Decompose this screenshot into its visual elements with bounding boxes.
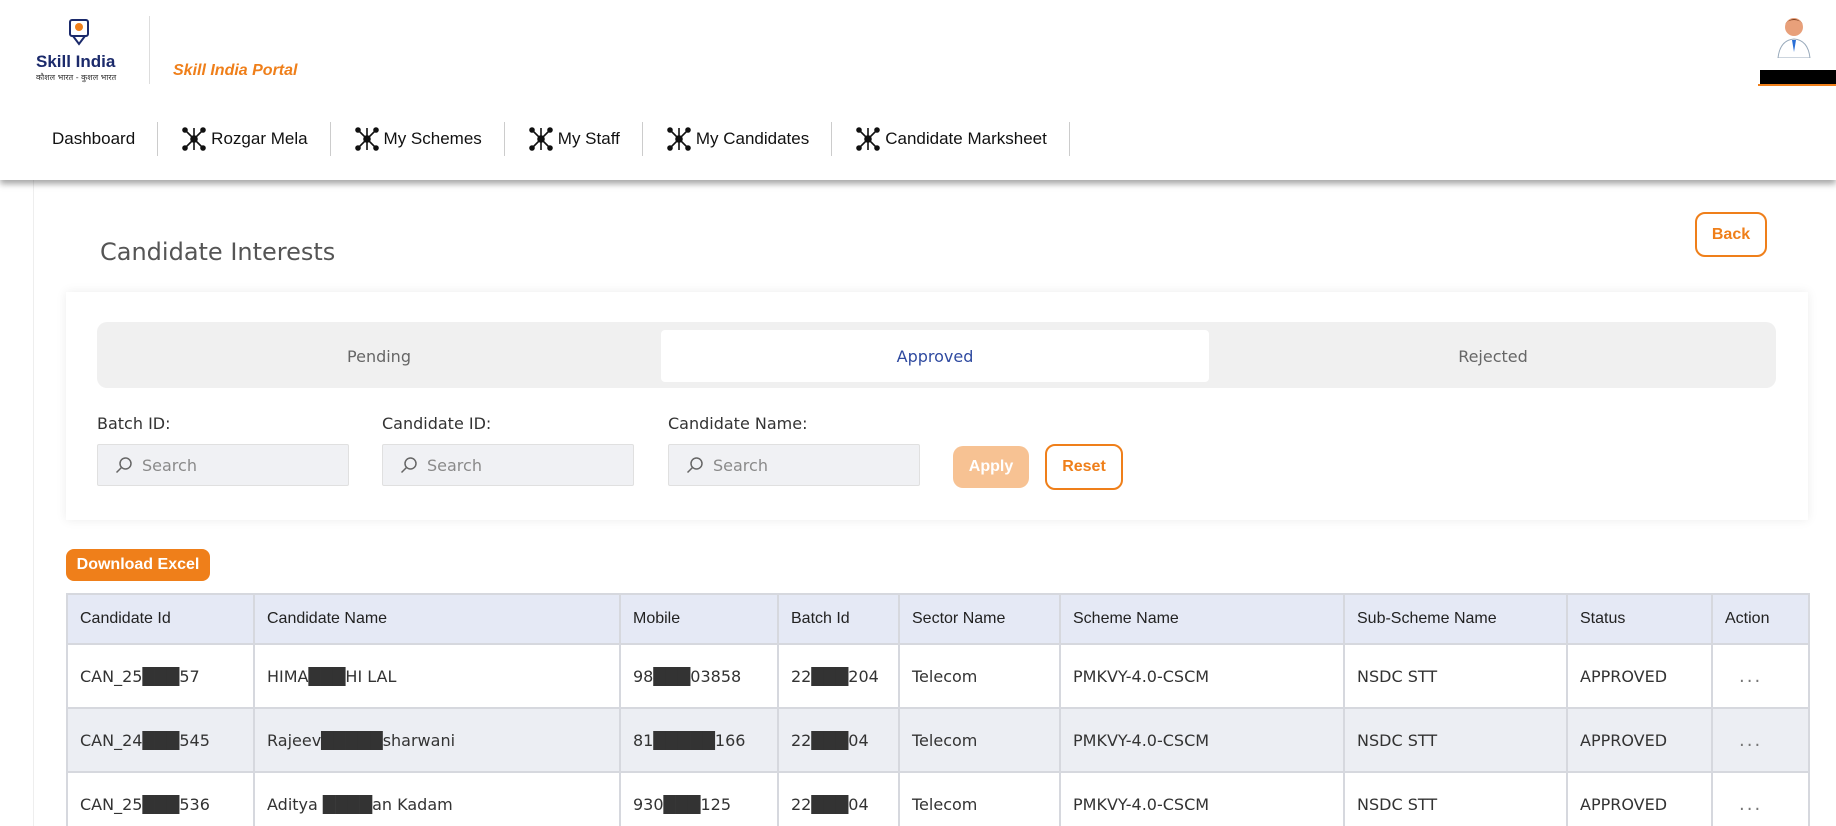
nav-my-schemes[interactable]: My Schemes: [331, 122, 505, 156]
cell-sector-name: Telecom: [898, 643, 1061, 709]
cell-sector-name: Telecom: [898, 707, 1061, 773]
cell-mobile: 98███03858: [619, 643, 779, 709]
logo-divider: [149, 16, 150, 84]
column-header[interactable]: Candidate Id: [66, 593, 255, 645]
candidate-name-input[interactable]: [713, 455, 903, 475]
candidate-name-search[interactable]: [668, 444, 920, 486]
cell-sub-scheme-name: NSDC STT: [1343, 643, 1568, 709]
network-icon: [182, 127, 206, 151]
tab-approved[interactable]: Approved: [661, 330, 1209, 382]
user-id: TC040303: [1760, 70, 1836, 84]
nav-item-label: My Candidates: [695, 129, 810, 148]
nav-item-label: Candidate Marksheet: [885, 129, 1047, 148]
batch-id-label: Batch ID:: [97, 414, 171, 433]
cell-mobile: 81█████166: [619, 707, 779, 773]
cell-mobile: 930███125: [619, 771, 779, 826]
table-row: CAN_25███536 Aditya ████an Kadam 930███1…: [66, 771, 1810, 826]
cell-batch-id: 22███04: [777, 707, 900, 773]
logo-emblem-icon: [69, 19, 89, 46]
network-icon: [856, 127, 881, 151]
table-header-row: Candidate Id Candidate Name Mobile Batch…: [66, 593, 1810, 645]
network-icon: [354, 127, 379, 151]
nav-my-staff[interactable]: My Staff: [505, 122, 643, 156]
candidate-id-input[interactable]: [427, 455, 617, 475]
column-header[interactable]: Status: [1566, 593, 1713, 645]
candidate-table: Candidate Id Candidate Name Mobile Batch…: [66, 593, 1810, 826]
main-nav: Dashboard Rozgar Mela My Schemes My Staf…: [28, 118, 1070, 160]
logo-title: Skill India: [36, 52, 116, 71]
nav-candidate-marksheet[interactable]: Candidate Marksheet: [832, 122, 1070, 156]
user-avatar-icon[interactable]: [1772, 14, 1816, 58]
nav-item-label: Dashboard: [52, 129, 136, 148]
table-row: CAN_24███545 Rajeev█████sharwani 81█████…: [66, 707, 1810, 773]
status-tabs: Pending Approved Rejected: [97, 322, 1776, 388]
table-row: CAN_25███57 HIMA███HI LAL 98███03858 22█…: [66, 643, 1810, 709]
column-header: Action: [1711, 593, 1810, 645]
download-excel-button[interactable]: Download Excel: [66, 549, 210, 581]
nav-my-candidates[interactable]: My Candidates: [643, 122, 833, 156]
content-left-border: [33, 180, 34, 826]
cell-candidate-id: CAN_25███536: [66, 771, 255, 826]
reset-button[interactable]: Reset: [1045, 444, 1123, 490]
search-icon: [115, 457, 132, 474]
portal-name: Skill India Portal: [173, 62, 298, 79]
nav-rozgar-mela[interactable]: Rozgar Mela: [158, 122, 331, 156]
filter-card: Pending Approved Rejected Batch ID: Cand…: [66, 292, 1808, 520]
cell-scheme-name: PMKVY-4.0-CSCM: [1059, 771, 1345, 826]
cell-sub-scheme-name: NSDC STT: [1343, 771, 1568, 826]
column-header[interactable]: Scheme Name: [1059, 593, 1345, 645]
cell-sector-name: Telecom: [898, 771, 1061, 826]
network-icon: [667, 127, 691, 151]
tab-rejected[interactable]: Rejected: [1219, 330, 1767, 382]
cell-sub-scheme-name: NSDC STT: [1343, 707, 1568, 773]
network-icon: [528, 127, 553, 151]
batch-id-search[interactable]: [97, 444, 349, 486]
search-icon: [686, 457, 703, 474]
skill-india-logo[interactable]: Skill India कौशल भारत - कुशल भारत: [30, 18, 150, 84]
more-options-icon[interactable]: ...: [1725, 730, 1762, 751]
column-header[interactable]: Batch Id: [777, 593, 900, 645]
cell-status: APPROVED: [1566, 707, 1713, 773]
cell-candidate-id: CAN_24███545: [66, 707, 255, 773]
candidate-id-label: Candidate ID:: [382, 414, 492, 433]
cell-scheme-name: PMKVY-4.0-CSCM: [1059, 707, 1345, 773]
row-action-menu[interactable]: ...: [1711, 707, 1810, 773]
apply-button[interactable]: Apply: [953, 446, 1029, 488]
top-header: Skill India कौशल भारत - कुशल भारत Skill …: [0, 0, 1836, 180]
cell-batch-id: 22███204: [777, 643, 900, 709]
candidate-name-label: Candidate Name:: [668, 414, 808, 433]
logo-subtitle: कौशल भारत - कुशल भारत: [36, 73, 117, 82]
cell-candidate-name: Aditya ████an Kadam: [253, 771, 621, 826]
user-id-underline: [1758, 84, 1836, 86]
cell-status: APPROVED: [1566, 643, 1713, 709]
cell-candidate-name: HIMA███HI LAL: [253, 643, 621, 709]
tab-pending[interactable]: Pending: [105, 330, 653, 382]
cell-candidate-id: CAN_25███57: [66, 643, 255, 709]
cell-batch-id: 22███04: [777, 771, 900, 826]
batch-id-input[interactable]: [142, 455, 332, 475]
row-action-menu[interactable]: ...: [1711, 643, 1810, 709]
cell-candidate-name: Rajeev█████sharwani: [253, 707, 621, 773]
more-options-icon[interactable]: ...: [1725, 666, 1762, 687]
cell-scheme-name: PMKVY-4.0-CSCM: [1059, 643, 1345, 709]
candidate-id-search[interactable]: [382, 444, 634, 486]
nav-item-label: Rozgar Mela: [211, 129, 308, 148]
back-button[interactable]: Back: [1695, 212, 1767, 257]
column-header[interactable]: Mobile: [619, 593, 779, 645]
column-header[interactable]: Candidate Name: [253, 593, 621, 645]
nav-dashboard[interactable]: Dashboard: [28, 122, 159, 156]
page-title: Candidate Interests: [100, 238, 336, 266]
column-header[interactable]: Sub-Scheme Name: [1343, 593, 1568, 645]
column-header[interactable]: Sector Name: [898, 593, 1061, 645]
nav-item-label: My Schemes: [383, 129, 482, 148]
more-options-icon[interactable]: ...: [1725, 794, 1762, 815]
nav-item-label: My Staff: [557, 129, 620, 148]
search-icon: [400, 457, 417, 474]
cell-status: APPROVED: [1566, 771, 1713, 826]
row-action-menu[interactable]: ...: [1711, 771, 1810, 826]
